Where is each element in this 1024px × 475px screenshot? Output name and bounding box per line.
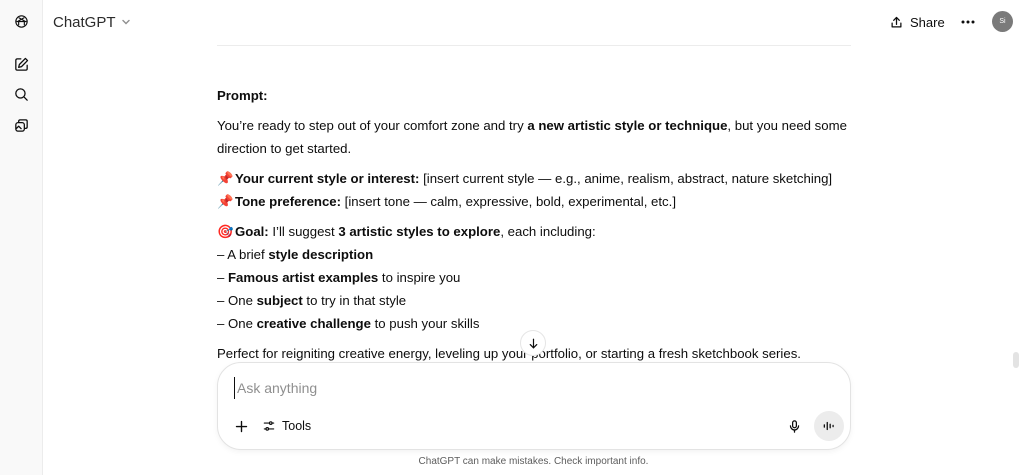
model-switcher[interactable]: ChatGPT (53, 10, 132, 34)
top-header: ChatGPT Share Si (43, 0, 1024, 44)
scrollbar-thumb[interactable] (1013, 352, 1019, 368)
disclaimer-text: ChatGPT can make mistakes. Check importa… (418, 456, 649, 467)
voice-waveform-icon (823, 421, 834, 431)
user-avatar[interactable]: Si (992, 11, 1013, 32)
composer: Tools (217, 362, 851, 450)
share-button[interactable]: Share (889, 10, 945, 34)
list-item: – Famous artist examples to inspire you (217, 270, 461, 285)
voice-mode-button[interactable] (814, 411, 844, 441)
openai-logo-icon[interactable] (9, 9, 33, 33)
tools-label: Tools (282, 419, 312, 433)
tone-line: 📌 Tone preference: [insert tone — calm, e… (217, 190, 857, 213)
list-item: – One subject to try in that style (217, 293, 407, 308)
arrow-down-icon (529, 338, 537, 348)
chevron-down-icon (121, 19, 130, 25)
user-message: Prompt: You’re ready to step out of your… (217, 84, 857, 365)
model-label: ChatGPT (53, 13, 116, 31)
pushpin-icon: 📌 (217, 171, 234, 186)
goal-line: 🎯 Goal: I’ll suggest 3 artistic styles to… (217, 220, 857, 243)
library-icon[interactable] (9, 113, 33, 137)
tools-button[interactable]: Tools (262, 415, 311, 437)
target-icon: 🎯 (217, 224, 234, 239)
sidebar-rail (0, 0, 43, 475)
more-horizontal-icon (961, 20, 975, 24)
prompt-input[interactable] (234, 377, 794, 399)
current-style-line: 📌 Your current style or interest: [insert… (217, 167, 857, 190)
message-divider (217, 45, 851, 46)
share-label: Share (910, 14, 945, 30)
microphone-icon (789, 419, 799, 433)
intro-paragraph: You’re ready to step out of your comfort… (217, 118, 847, 156)
search-icon[interactable] (9, 82, 33, 106)
new-chat-icon[interactable] (9, 52, 33, 76)
more-options-button[interactable] (958, 12, 978, 32)
scroll-to-bottom-button[interactable] (520, 330, 546, 356)
sliders-icon (263, 421, 275, 431)
prompt-heading: Prompt: (217, 88, 268, 103)
share-icon (891, 16, 902, 27)
plus-icon (235, 420, 247, 432)
dictate-button[interactable] (783, 415, 805, 437)
pushpin-icon: 📌 (217, 194, 234, 209)
list-item: – A brief style description (217, 247, 374, 262)
add-attachment-button[interactable] (230, 415, 252, 437)
